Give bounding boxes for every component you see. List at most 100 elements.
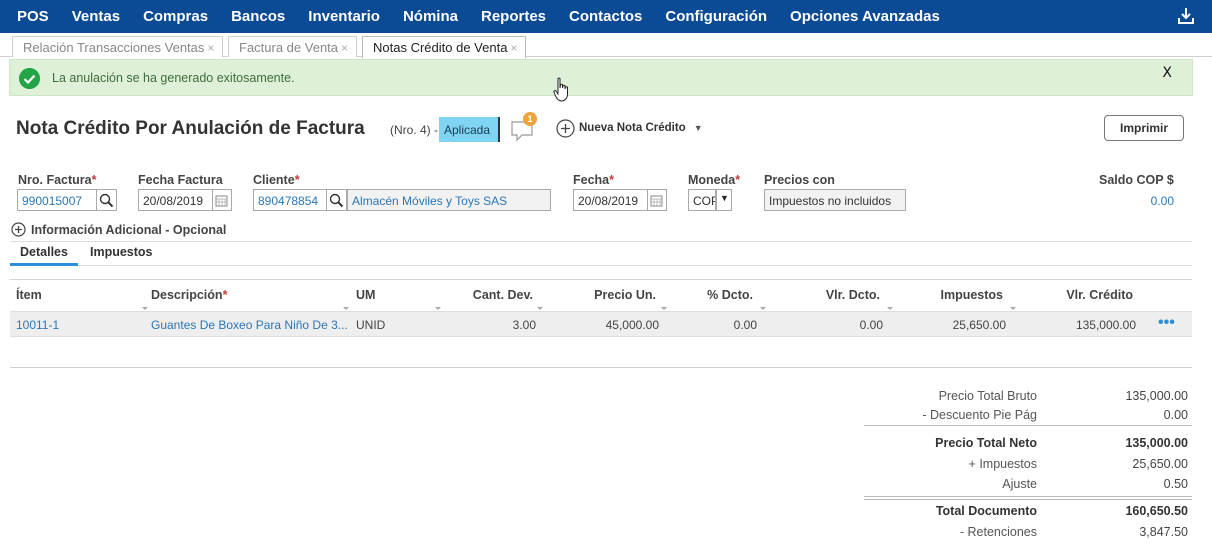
cell-impuestos[interactable]: 25,650.00: [953, 318, 1006, 332]
client-search-button[interactable]: [327, 189, 347, 211]
cell-precio-un[interactable]: 45,000.00: [606, 318, 659, 332]
date-label: Fecha*: [573, 173, 614, 187]
tab-relacion-transacciones[interactable]: Relación Transacciones Ventas ×: [12, 36, 224, 57]
currency-label-text: Moneda: [688, 173, 736, 187]
comments-button[interactable]: 1: [510, 112, 540, 143]
nav-ventas[interactable]: Ventas: [60, 8, 131, 25]
document-total-value: 160,650.50: [1125, 504, 1188, 518]
currency-select[interactable]: COP: [688, 189, 716, 211]
cell-cant-dev[interactable]: 3.00: [513, 318, 536, 332]
currency-label: Moneda*: [688, 173, 740, 187]
column-header-vlr-dcto[interactable]: Vlr. Dcto.: [826, 288, 880, 302]
currency-dropdown-button[interactable]: ▼: [716, 189, 732, 211]
client-label: Cliente*: [253, 173, 300, 187]
sort-caret-icon: [343, 307, 349, 310]
cell-um[interactable]: UNID: [356, 318, 385, 332]
document-number-value: (Nro. 4): [390, 123, 431, 137]
sort-caret-icon: [661, 307, 667, 310]
cell-pct-dcto[interactable]: 0.00: [734, 318, 757, 332]
column-header-descripcion-label: Descripción: [151, 288, 223, 302]
tab-label: Factura de Venta: [239, 40, 339, 55]
calendar-icon: [650, 195, 663, 207]
plus-circle-icon: [556, 118, 575, 138]
invoice-search-button[interactable]: [97, 189, 117, 211]
alert-message: La anulación se ha generado exitosamente…: [52, 71, 295, 85]
hand-cursor-icon: [553, 77, 568, 102]
success-alert: La anulación se ha generado exitosamente…: [9, 59, 1193, 96]
nav-inventario[interactable]: Inventario: [296, 8, 391, 25]
prices-with-field[interactable]: Impuestos no incluidos: [764, 189, 906, 211]
invoice-date-picker[interactable]: [213, 189, 232, 211]
totals-divider: [864, 425, 1192, 426]
date-picker[interactable]: [648, 189, 667, 211]
date-label-text: Fecha: [573, 173, 610, 187]
divider: [10, 367, 1192, 368]
sort-caret-icon: [435, 307, 441, 310]
new-credit-note-label: Nueva Nota Crédito: [579, 122, 686, 134]
nav-reportes[interactable]: Reportes: [469, 8, 557, 25]
new-credit-note-button[interactable]: Nueva Nota Crédito ▼: [556, 118, 703, 138]
active-tab-indicator: [10, 263, 78, 266]
adjustment-value[interactable]: 0.50: [1164, 477, 1188, 491]
footer-discount-value: 0.00: [1163, 408, 1188, 422]
invoice-date-label: Fecha Factura: [138, 173, 223, 187]
gross-total-label: Precio Total Bruto: [938, 389, 1037, 403]
cell-item[interactable]: 10011-1: [16, 318, 59, 332]
nav-contactos[interactable]: Contactos: [557, 8, 653, 25]
check-circle-icon: [19, 68, 40, 89]
nav-bancos[interactable]: Bancos: [219, 8, 296, 25]
close-icon[interactable]: ×: [207, 41, 214, 55]
nav-nomina[interactable]: Nómina: [391, 8, 469, 25]
withholdings-label: - Retenciones: [959, 525, 1037, 539]
invoice-date-field[interactable]: 20/08/2019: [138, 189, 213, 211]
tab-detalles[interactable]: Detalles: [20, 245, 68, 259]
nav-compras[interactable]: Compras: [131, 8, 219, 25]
required-mark: *: [91, 173, 97, 187]
comment-count-badge: 1: [523, 112, 537, 126]
more-options-icon[interactable]: •••: [1158, 315, 1175, 331]
tab-notas-credito[interactable]: Notas Crédito de Venta ×: [362, 36, 527, 58]
print-button[interactable]: Imprimir: [1104, 115, 1184, 141]
column-header-item[interactable]: Ítem: [16, 288, 42, 302]
close-icon[interactable]: ×: [341, 41, 348, 55]
additional-info-toggle[interactable]: Información Adicional - Opcional: [11, 222, 226, 237]
required-mark: *: [609, 173, 615, 187]
download-icon[interactable]: [1176, 6, 1196, 26]
cell-descripcion[interactable]: Guantes De Boxeo Para Niño De 3...: [151, 318, 348, 332]
nav-opciones-avanzadas[interactable]: Opciones Avanzadas: [778, 8, 951, 25]
balance-value: 0.00: [1150, 194, 1174, 208]
divider: [10, 279, 1192, 280]
withholdings-value: 3,847.50: [1139, 525, 1188, 539]
client-label-text: Cliente: [253, 173, 295, 187]
nav-configuracion[interactable]: Configuración: [653, 8, 778, 25]
date-field[interactable]: 20/08/2019: [573, 189, 648, 211]
search-icon: [329, 193, 344, 208]
close-icon[interactable]: ×: [510, 41, 517, 55]
invoice-number-field[interactable]: 990015007: [17, 189, 97, 211]
tab-impuestos[interactable]: Impuestos: [90, 245, 153, 259]
tab-factura-venta[interactable]: Factura de Venta ×: [228, 36, 358, 57]
column-header-descripcion[interactable]: Descripción*: [151, 288, 227, 302]
column-header-precio-un[interactable]: Precio Un.: [594, 288, 656, 302]
required-mark: *: [222, 288, 228, 302]
calendar-icon: [215, 195, 228, 207]
nav-pos[interactable]: POS: [0, 8, 60, 25]
alert-close-button[interactable]: X: [1162, 65, 1172, 81]
gross-total-value: 135,000.00: [1125, 389, 1188, 403]
chevron-down-icon[interactable]: ▼: [694, 123, 703, 133]
sort-caret-icon: [537, 307, 543, 310]
client-id-field[interactable]: 890478854: [253, 189, 327, 211]
column-header-impuestos[interactable]: Impuestos: [940, 288, 1003, 302]
divider: [10, 265, 1192, 266]
totals-divider: [864, 499, 1192, 500]
invoice-number-label-text: Nro. Factura: [18, 173, 92, 187]
cell-vlr-credito[interactable]: 135,000.00: [1076, 318, 1136, 332]
taxes-value: 25,650.00: [1132, 457, 1188, 471]
column-header-um[interactable]: UM: [356, 288, 375, 302]
column-header-cant-dev[interactable]: Cant. Dev.: [473, 288, 533, 302]
column-header-pct-dcto[interactable]: % Dcto.: [707, 288, 753, 302]
taxes-label: + Impuestos: [968, 457, 1037, 471]
client-name-field[interactable]: Almacén Móviles y Toys SAS: [347, 189, 551, 211]
column-header-vlr-credito[interactable]: Vlr. Crédito: [1066, 288, 1133, 302]
cell-vlr-dcto[interactable]: 0.00: [860, 318, 883, 332]
